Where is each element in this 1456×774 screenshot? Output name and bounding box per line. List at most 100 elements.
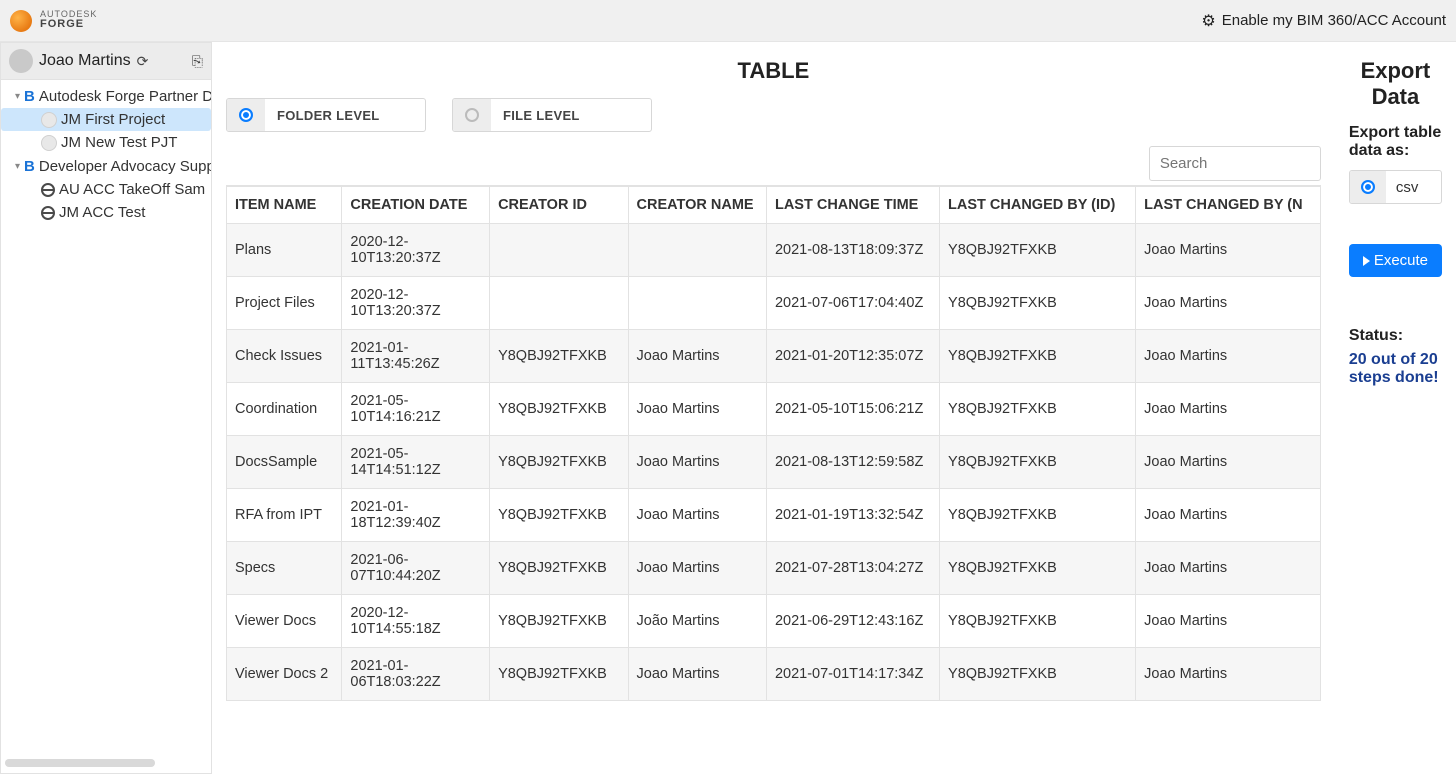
tree-project[interactable]: JM New Test PJT bbox=[1, 131, 211, 154]
cell-cdate: 2021-01-18T12:39:40Z bbox=[342, 489, 490, 542]
column-header[interactable]: CREATION DATE bbox=[342, 187, 490, 224]
cell-lid: Y8QBJ92TFXKB bbox=[940, 595, 1136, 648]
table-row[interactable]: Coordination2021-05-10T14:16:21ZY8QBJ92T… bbox=[227, 383, 1321, 436]
cell-lid: Y8QBJ92TFXKB bbox=[940, 383, 1136, 436]
cell-cname: Joao Martins bbox=[628, 383, 766, 436]
cell-cdate: 2021-05-10T14:16:21Z bbox=[342, 383, 490, 436]
table-row[interactable]: Check Issues2021-01-11T13:45:26ZY8QBJ92T… bbox=[227, 330, 1321, 383]
enable-account-link[interactable]: ⚙ Enable my BIM 360/ACC Account bbox=[1201, 11, 1446, 31]
cell-lname: Joao Martins bbox=[1136, 224, 1321, 277]
refresh-icon[interactable]: ⟳ bbox=[137, 53, 149, 70]
sidebar-scrollbar[interactable] bbox=[5, 759, 155, 767]
cell-lid: Y8QBJ92TFXKB bbox=[940, 648, 1136, 701]
cell-item: Specs bbox=[227, 542, 342, 595]
cell-cdate: 2021-01-11T13:45:26Z bbox=[342, 330, 490, 383]
column-header[interactable]: LAST CHANGED BY (N bbox=[1136, 187, 1321, 224]
table-title: TABLE bbox=[226, 58, 1321, 84]
enable-account-label: Enable my BIM 360/ACC Account bbox=[1222, 12, 1446, 29]
execute-button[interactable]: Execute bbox=[1349, 244, 1442, 277]
cell-lname: Joao Martins bbox=[1136, 595, 1321, 648]
table-row[interactable]: Specs2021-06-07T10:44:20ZY8QBJ92TFXKBJoa… bbox=[227, 542, 1321, 595]
cell-item: Coordination bbox=[227, 383, 342, 436]
cell-cid: Y8QBJ92TFXKB bbox=[490, 542, 628, 595]
tree-project-label: AU ACC TakeOff Sam bbox=[59, 181, 205, 198]
cell-cid bbox=[490, 277, 628, 330]
cell-cname: João Martins bbox=[628, 595, 766, 648]
logout-icon[interactable]: ⎘ bbox=[192, 53, 203, 70]
status-message: 20 out of 20 steps done! bbox=[1349, 351, 1442, 387]
cell-cid: Y8QBJ92TFXKB bbox=[490, 489, 628, 542]
cell-lid: Y8QBJ92TFXKB bbox=[940, 224, 1136, 277]
play-icon bbox=[1363, 256, 1370, 266]
tree-project-label: JM First Project bbox=[61, 111, 165, 128]
export-format-select[interactable]: csv bbox=[1349, 170, 1442, 204]
table-row[interactable]: Viewer Docs2020-12-10T14:55:18ZY8QBJ92TF… bbox=[227, 595, 1321, 648]
cell-item: Project Files bbox=[227, 277, 342, 330]
cell-cdate: 2021-01-06T18:03:22Z bbox=[342, 648, 490, 701]
export-panel: Export Data Export table data as: csv Ex… bbox=[1335, 42, 1456, 774]
table-row[interactable]: Project Files2020-12-10T13:20:37Z2021-07… bbox=[227, 277, 1321, 330]
column-header[interactable]: LAST CHANGED BY (ID) bbox=[940, 187, 1136, 224]
column-header[interactable]: LAST CHANGE TIME bbox=[766, 187, 939, 224]
table-row[interactable]: RFA from IPT2021-01-18T12:39:40ZY8QBJ92T… bbox=[227, 489, 1321, 542]
folder-level-toggle[interactable]: FOLDER LEVEL bbox=[226, 98, 426, 132]
cell-ltime: 2021-01-20T12:35:07Z bbox=[766, 330, 939, 383]
folder-level-label: FOLDER LEVEL bbox=[265, 108, 425, 123]
cell-cid: Y8QBJ92TFXKB bbox=[490, 330, 628, 383]
cell-cid bbox=[490, 224, 628, 277]
table-row[interactable]: Plans2020-12-10T13:20:37Z 2021-08-13T18:0… bbox=[227, 224, 1321, 277]
column-header[interactable]: ITEM NAME bbox=[227, 187, 342, 224]
status-heading: Status: bbox=[1349, 327, 1442, 345]
cell-cid: Y8QBJ92TFXKB bbox=[490, 648, 628, 701]
avatar bbox=[9, 49, 33, 73]
cell-cdate: 2020-12-10T13:20:37Z bbox=[342, 277, 490, 330]
search-input[interactable] bbox=[1149, 146, 1321, 181]
tree-hub[interactable]: ▾BAutodesk Forge Partner D bbox=[1, 84, 211, 108]
cell-cname bbox=[628, 277, 766, 330]
cell-cid: Y8QBJ92TFXKB bbox=[490, 383, 628, 436]
export-format-value: csv bbox=[1386, 179, 1419, 196]
tree-project[interactable]: AU ACC TakeOff Sam bbox=[1, 178, 211, 201]
cell-ltime: 2021-07-01T14:17:34Z bbox=[766, 648, 939, 701]
cell-ltime: 2021-08-13T12:59:58Z bbox=[766, 436, 939, 489]
cell-lid: Y8QBJ92TFXKB bbox=[940, 489, 1136, 542]
cell-cname: Joao Martins bbox=[628, 648, 766, 701]
radio-unchecked-icon bbox=[465, 108, 479, 122]
cell-cdate: 2020-12-10T13:20:37Z bbox=[342, 224, 490, 277]
cell-lid: Y8QBJ92TFXKB bbox=[940, 277, 1136, 330]
cell-cid: Y8QBJ92TFXKB bbox=[490, 436, 628, 489]
cell-cname: Joao Martins bbox=[628, 489, 766, 542]
cell-lname: Joao Martins bbox=[1136, 277, 1321, 330]
tree-hub[interactable]: ▾BDeveloper Advocacy Supp bbox=[1, 154, 211, 178]
cell-lname: Joao Martins bbox=[1136, 489, 1321, 542]
cell-cname bbox=[628, 224, 766, 277]
cell-lname: Joao Martins bbox=[1136, 330, 1321, 383]
cell-cdate: 2021-05-14T14:51:12Z bbox=[342, 436, 490, 489]
cell-lid: Y8QBJ92TFXKB bbox=[940, 542, 1136, 595]
gear-icon: ⚙ bbox=[1201, 11, 1215, 31]
cell-cname: Joao Martins bbox=[628, 330, 766, 383]
cell-lid: Y8QBJ92TFXKB bbox=[940, 436, 1136, 489]
execute-button-label: Execute bbox=[1374, 252, 1428, 269]
cell-item: Plans bbox=[227, 224, 342, 277]
file-level-label: FILE LEVEL bbox=[491, 108, 651, 123]
cell-item: Check Issues bbox=[227, 330, 342, 383]
bim-hub-icon: B bbox=[24, 87, 35, 105]
user-header: Joao Martins ⟳ ⎘ bbox=[1, 43, 211, 80]
tree: ▾BAutodesk Forge Partner D JM First Proje… bbox=[1, 80, 211, 228]
cell-ltime: 2021-01-19T13:32:54Z bbox=[766, 489, 939, 542]
cell-ltime: 2021-08-13T18:09:37Z bbox=[766, 224, 939, 277]
cell-ltime: 2021-05-10T15:06:21Z bbox=[766, 383, 939, 436]
tree-project[interactable]: JM ACC Test bbox=[1, 201, 211, 224]
cell-item: RFA from IPT bbox=[227, 489, 342, 542]
cell-ltime: 2021-06-29T12:43:16Z bbox=[766, 595, 939, 648]
column-header[interactable]: CREATOR NAME bbox=[628, 187, 766, 224]
tree-project[interactable]: JM First Project bbox=[1, 108, 211, 131]
table-row[interactable]: DocsSample2021-05-14T14:51:12ZY8QBJ92TFX… bbox=[227, 436, 1321, 489]
column-header[interactable]: CREATOR ID bbox=[490, 187, 628, 224]
table-row[interactable]: Viewer Docs 22021-01-06T18:03:22ZY8QBJ92… bbox=[227, 648, 1321, 701]
project-icon bbox=[41, 112, 57, 128]
globe-icon bbox=[41, 183, 55, 197]
file-level-toggle[interactable]: FILE LEVEL bbox=[452, 98, 652, 132]
cell-cname: Joao Martins bbox=[628, 436, 766, 489]
